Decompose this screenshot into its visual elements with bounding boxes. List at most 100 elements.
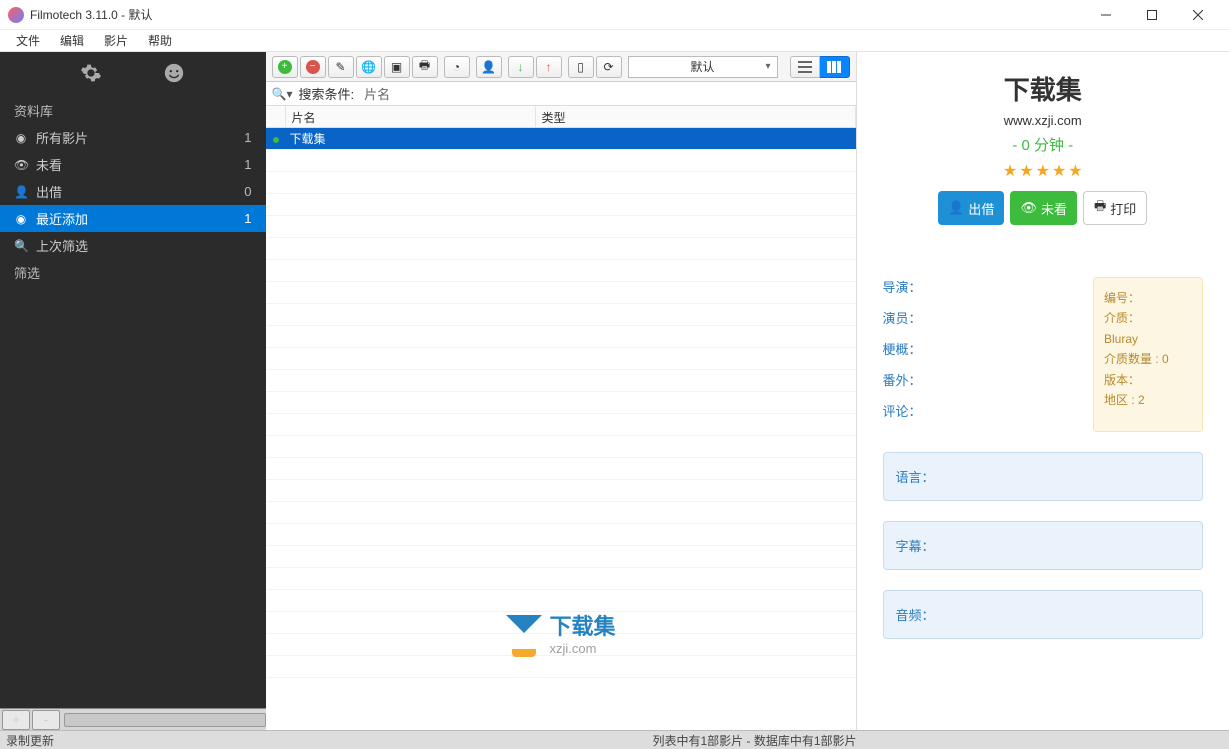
col-status[interactable] bbox=[266, 106, 286, 127]
chart-button[interactable]: ◔ bbox=[444, 56, 470, 78]
table-row[interactable] bbox=[266, 546, 856, 568]
star-icon: ★ bbox=[1052, 161, 1066, 181]
add-filter-button[interactable]: + bbox=[2, 710, 30, 730]
label-synopsis: 梗概： bbox=[883, 339, 1080, 358]
panel-audio: 音频： bbox=[883, 590, 1204, 639]
view-list-button[interactable] bbox=[790, 56, 820, 78]
person-icon: 👤 bbox=[948, 200, 964, 216]
list-header: 片名 类型 bbox=[266, 106, 856, 128]
plus-icon: + bbox=[278, 60, 292, 74]
columns-icon bbox=[827, 61, 841, 73]
table-row[interactable] bbox=[266, 458, 856, 480]
col-type-header[interactable]: 类型 bbox=[536, 106, 856, 127]
profile-select[interactable]: 默认 bbox=[628, 56, 778, 78]
table-row[interactable] bbox=[266, 524, 856, 546]
table-row[interactable] bbox=[266, 348, 856, 370]
gear-icon[interactable] bbox=[80, 62, 102, 87]
copy-button[interactable]: ▣ bbox=[384, 56, 410, 78]
table-row[interactable] bbox=[266, 436, 856, 458]
table-row[interactable] bbox=[266, 260, 856, 282]
view-columns-button[interactable] bbox=[820, 56, 850, 78]
label-id: 编号： bbox=[1104, 291, 1140, 305]
search-icon[interactable]: 🔍▾ bbox=[272, 87, 293, 101]
details-pane: 下载集 www.xzji.com - 0 分钟 - ★ ★ ★ ★ ★ 👤出借 … bbox=[857, 52, 1229, 730]
sync-button[interactable]: ⟳ bbox=[596, 56, 622, 78]
table-row[interactable] bbox=[266, 414, 856, 436]
table-row[interactable] bbox=[266, 326, 856, 348]
device-button[interactable]: ▯ bbox=[568, 56, 594, 78]
star-icon: ★ bbox=[1068, 161, 1082, 181]
search-input[interactable] bbox=[396, 86, 849, 101]
search-field-name: 片名 bbox=[364, 84, 390, 103]
movie-duration: - 0 分钟 - bbox=[1012, 134, 1073, 155]
pie-icon: ◔ bbox=[453, 60, 460, 74]
menu-movie[interactable]: 影片 bbox=[94, 30, 138, 51]
menu-file[interactable]: 文件 bbox=[6, 30, 50, 51]
sidebar-item-count: 1 bbox=[244, 157, 251, 172]
table-row[interactable] bbox=[266, 304, 856, 326]
app-icon bbox=[8, 7, 24, 23]
label-version: 版本： bbox=[1104, 373, 1140, 387]
upload-button[interactable]: ↑ bbox=[536, 56, 562, 78]
table-row[interactable] bbox=[266, 370, 856, 392]
web-button[interactable]: 🌐 bbox=[356, 56, 382, 78]
table-row[interactable] bbox=[266, 392, 856, 414]
edit-button[interactable]: ✎ bbox=[328, 56, 354, 78]
table-row[interactable] bbox=[266, 238, 856, 260]
status-left: 录制更新 bbox=[6, 732, 286, 749]
search-bar: 🔍▾ 搜索条件: 片名 bbox=[266, 82, 856, 106]
remove-filter-button[interactable]: - bbox=[32, 710, 60, 730]
table-row[interactable] bbox=[266, 194, 856, 216]
person-button[interactable]: 👤 bbox=[476, 56, 502, 78]
table-row[interactable] bbox=[266, 150, 856, 172]
table-row[interactable] bbox=[266, 480, 856, 502]
menu-edit[interactable]: 编辑 bbox=[50, 30, 94, 51]
minimize-button[interactable] bbox=[1083, 0, 1129, 30]
table-row[interactable] bbox=[266, 634, 856, 656]
table-row[interactable] bbox=[266, 502, 856, 524]
remove-button[interactable]: − bbox=[300, 56, 326, 78]
table-row[interactable] bbox=[266, 590, 856, 612]
unseen-button[interactable]: 👁未看 bbox=[1010, 191, 1077, 225]
sidebar-item-unseen[interactable]: 👁未看 1 bbox=[0, 151, 266, 178]
list-body[interactable]: 下载集 bbox=[266, 128, 856, 730]
sidebar-item-label: 最近添加 bbox=[36, 209, 88, 228]
lend-button[interactable]: 👤出借 bbox=[938, 191, 1004, 225]
table-row[interactable] bbox=[266, 282, 856, 304]
smile-icon[interactable] bbox=[163, 62, 185, 87]
menu-help[interactable]: 帮助 bbox=[138, 30, 182, 51]
sidebar-item-all-movies[interactable]: ◉所有影片 1 bbox=[0, 124, 266, 151]
window-controls bbox=[1083, 0, 1221, 30]
sidebar-item-count: 1 bbox=[244, 130, 251, 145]
rating-stars[interactable]: ★ ★ ★ ★ ★ bbox=[1003, 161, 1083, 181]
pencil-icon: ✎ bbox=[335, 60, 345, 74]
close-button[interactable] bbox=[1175, 0, 1221, 30]
table-row[interactable]: 下载集 bbox=[266, 128, 856, 150]
table-row[interactable] bbox=[266, 216, 856, 238]
movie-title: 下载集 bbox=[1004, 70, 1082, 107]
sidebar-item-last-filter[interactable]: 🔍上次筛选 bbox=[0, 232, 266, 259]
table-row[interactable] bbox=[266, 568, 856, 590]
titlebar: Filmotech 3.11.0 - 默认 bbox=[0, 0, 1229, 30]
eye-icon: 👁 bbox=[1020, 200, 1037, 216]
label-region: 地区 : bbox=[1104, 393, 1135, 407]
table-row[interactable] bbox=[266, 612, 856, 634]
star-icon: ★ bbox=[1003, 161, 1017, 181]
star-icon: ★ bbox=[1036, 161, 1050, 181]
info-right: 编号： 介质： Bluray 介质数量 : 0 版本： 地区 : 2 bbox=[1093, 277, 1203, 432]
sidebar-item-recent[interactable]: ◉最近添加 1 bbox=[0, 205, 266, 232]
globe-icon: 🌐 bbox=[361, 60, 376, 74]
sidebar-scrollbar[interactable] bbox=[64, 713, 266, 727]
col-name-header[interactable]: 片名 bbox=[286, 106, 536, 127]
table-row[interactable] bbox=[266, 172, 856, 194]
print-button[interactable]: 🖶打印 bbox=[1083, 191, 1147, 225]
maximize-button[interactable] bbox=[1129, 0, 1175, 30]
sidebar-item-label: 所有影片 bbox=[36, 128, 88, 147]
label-comments: 评论： bbox=[883, 401, 1080, 420]
table-row[interactable] bbox=[266, 656, 856, 678]
sidebar-item-lent[interactable]: 👤出借 0 bbox=[0, 178, 266, 205]
download-button[interactable]: ↓ bbox=[508, 56, 534, 78]
add-button[interactable]: + bbox=[272, 56, 298, 78]
print-button[interactable]: 🖶 bbox=[412, 56, 438, 78]
label-media-count: 介质数量 : bbox=[1104, 352, 1159, 366]
